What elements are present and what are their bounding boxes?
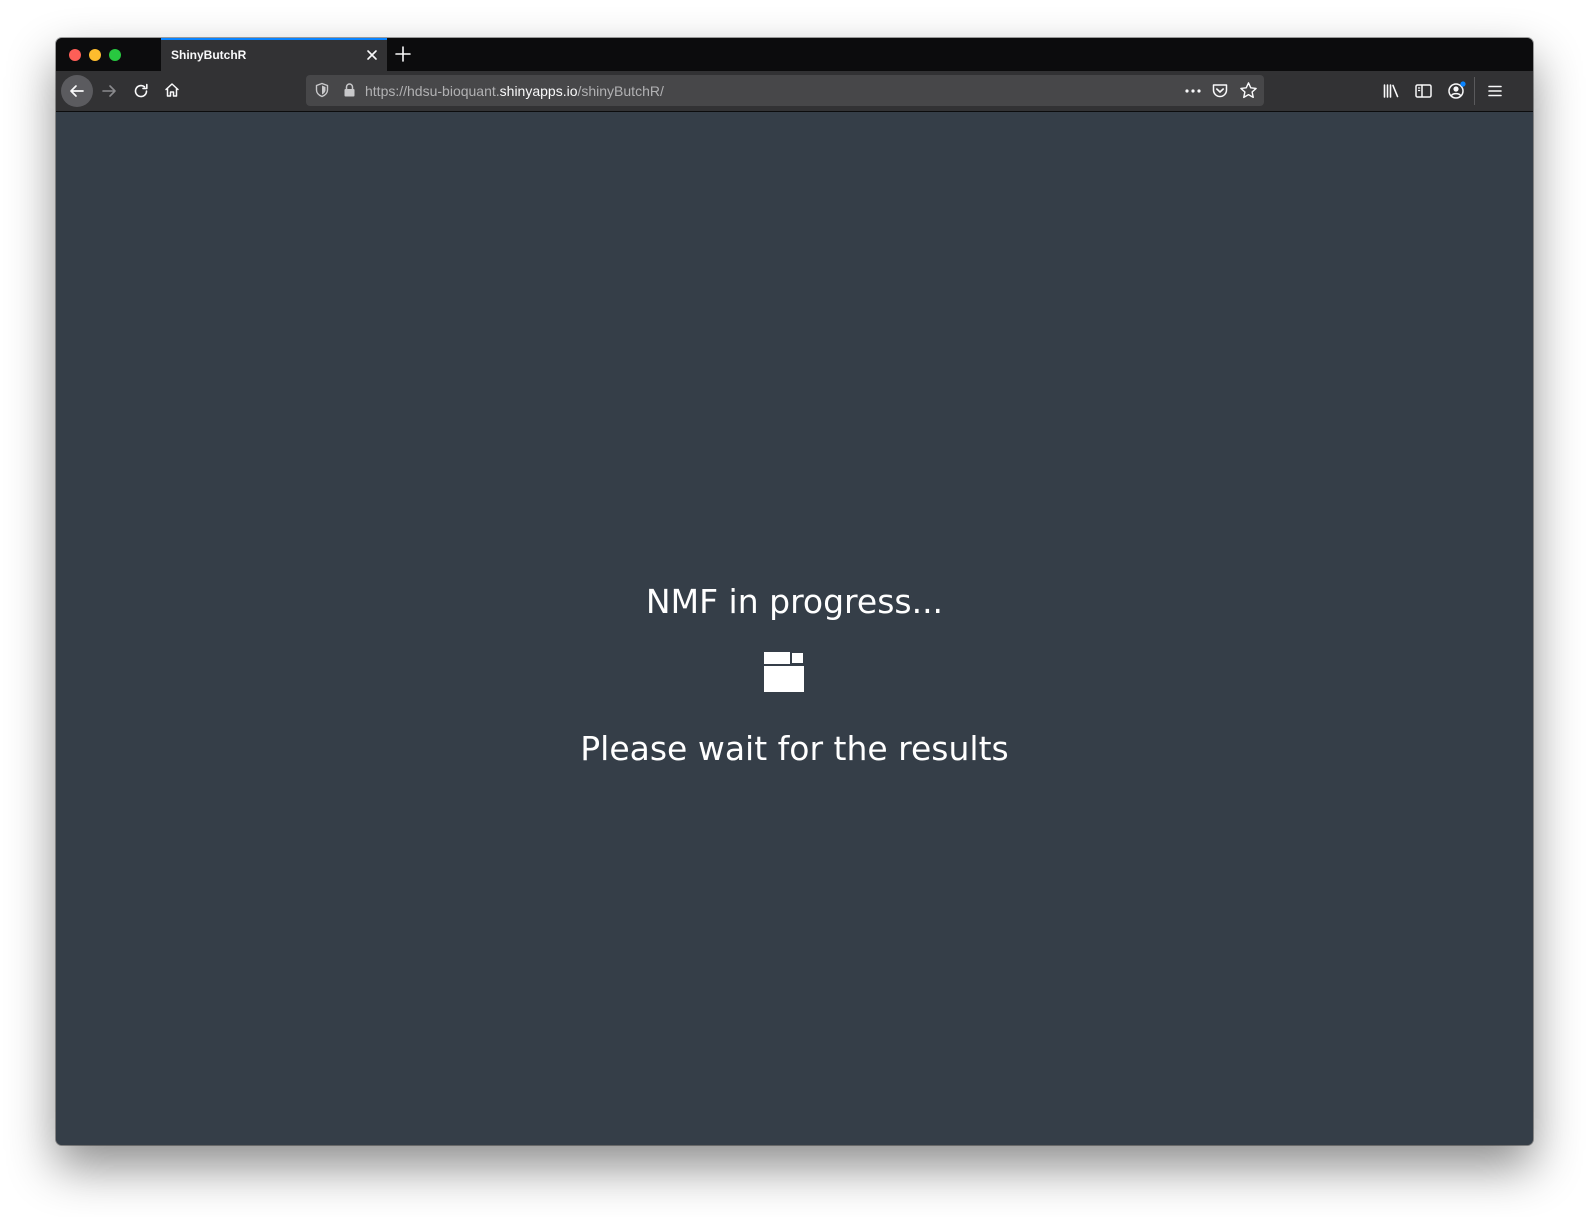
back-button[interactable]: [61, 75, 93, 107]
wait-message: Please wait for the results: [580, 729, 1009, 768]
loading-spinner-icon: [764, 652, 804, 692]
close-window-button[interactable]: [69, 49, 81, 61]
url-host: shinyapps.io: [499, 83, 578, 99]
url-text[interactable]: https://hdsu-bioquant.shinyapps.io/shiny…: [365, 83, 664, 99]
pocket-icon[interactable]: [1211, 82, 1229, 100]
back-arrow-icon: [70, 85, 84, 97]
new-tab-plus-icon[interactable]: [394, 45, 412, 63]
lock-icon[interactable]: [342, 82, 357, 98]
reload-icon[interactable]: [132, 82, 150, 100]
maximize-window-button[interactable]: [109, 49, 121, 61]
close-icon[interactable]: [365, 48, 379, 62]
toolbar-separator: [1474, 77, 1475, 105]
tab-title: ShinyButchR: [171, 48, 247, 62]
tab-bar: ShinyButchR: [56, 38, 1533, 71]
shield-icon[interactable]: [314, 82, 330, 98]
url-bar[interactable]: https://hdsu-bioquant.shinyapps.io/shiny…: [306, 75, 1264, 106]
more-icon[interactable]: [1184, 83, 1202, 99]
forward-arrow-icon[interactable]: [100, 82, 118, 100]
star-icon[interactable]: [1239, 81, 1258, 100]
sidebar-icon[interactable]: [1414, 82, 1433, 100]
minimize-window-button[interactable]: [89, 49, 101, 61]
page-content: NMF in progress... Please wait for the r…: [56, 112, 1533, 1145]
account-icon[interactable]: [1446, 80, 1468, 101]
progress-heading: NMF in progress...: [645, 582, 944, 621]
hamburger-menu-icon[interactable]: [1486, 82, 1504, 100]
url-prefix: https://hdsu-bioquant.: [365, 83, 500, 99]
browser-window: ShinyButchR https://hdsu-bioquant.shinya…: [56, 38, 1533, 1145]
navigation-toolbar: https://hdsu-bioquant.shinyapps.io/shiny…: [56, 71, 1533, 112]
url-path: /shinyButchR/: [577, 83, 664, 99]
tab-shinybutchr[interactable]: ShinyButchR: [161, 38, 387, 71]
library-icon[interactable]: [1382, 82, 1401, 100]
home-icon[interactable]: [163, 81, 181, 99]
